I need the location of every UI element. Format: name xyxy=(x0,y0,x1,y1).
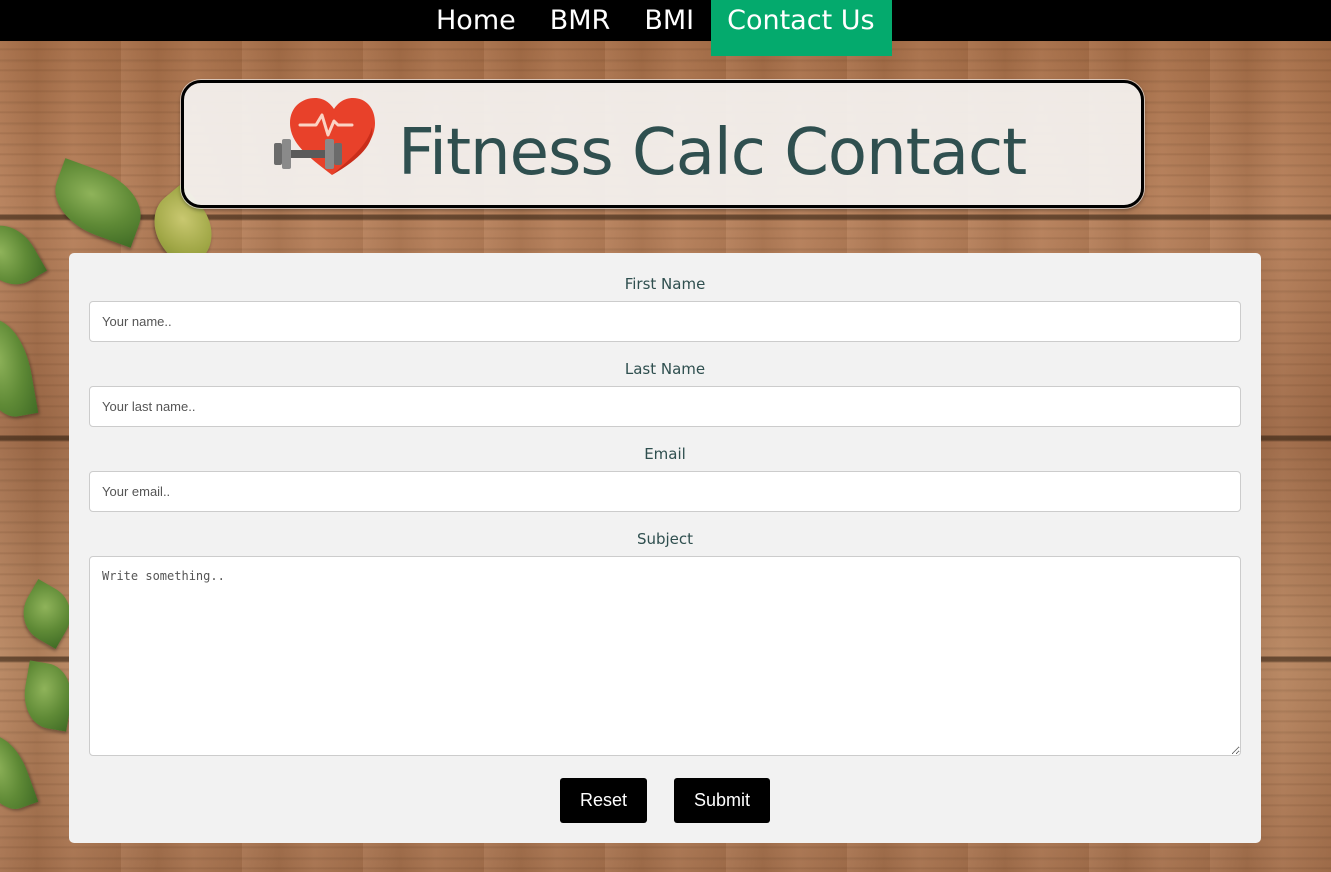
nav-item-contact-us[interactable]: Contact Us xyxy=(711,0,892,56)
heart-dumbbell-icon xyxy=(274,98,375,175)
email-label: Email xyxy=(644,445,686,463)
decorative-leaf xyxy=(0,213,48,297)
decorative-leaf xyxy=(44,158,152,248)
first-name-input[interactable] xyxy=(89,301,1241,342)
top-nav: Home BMR BMI Contact Us xyxy=(0,0,1331,56)
decorative-leaf xyxy=(0,314,39,422)
nav-links: Home BMR BMI Contact Us xyxy=(419,0,892,56)
last-name-label: Last Name xyxy=(624,360,706,378)
page-header: Fitness Calc Contact xyxy=(181,80,1144,208)
nav-item-bmi[interactable]: BMI xyxy=(627,0,711,41)
nav-item-home[interactable]: Home xyxy=(419,0,533,41)
submit-button[interactable]: Submit xyxy=(674,778,770,823)
subject-textarea[interactable] xyxy=(89,556,1241,756)
email-input[interactable] xyxy=(89,471,1241,512)
page-title: Fitness Calc Contact xyxy=(398,116,1027,190)
decorative-leaf xyxy=(0,726,39,818)
contact-form: First Name Last Name Email Subject Reset… xyxy=(69,253,1261,843)
last-name-input[interactable] xyxy=(89,386,1241,427)
nav-item-bmr[interactable]: BMR xyxy=(533,0,628,41)
subject-label: Subject xyxy=(636,530,694,548)
first-name-label: First Name xyxy=(624,275,706,293)
reset-button[interactable]: Reset xyxy=(560,778,647,823)
